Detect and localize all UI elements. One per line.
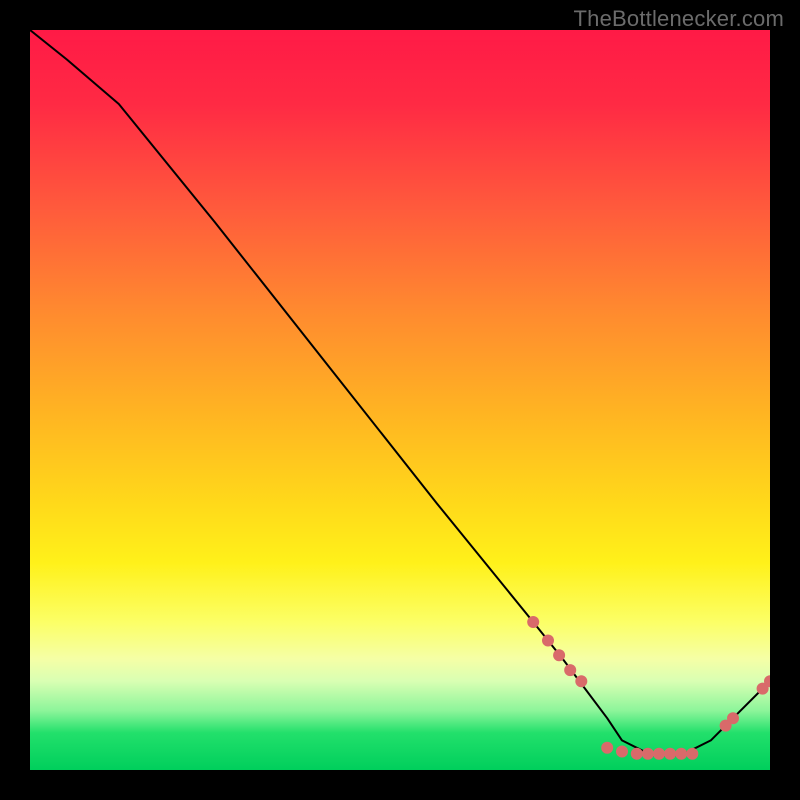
marker-dot: [675, 748, 687, 760]
marker-dots: [527, 616, 770, 760]
marker-dot: [542, 635, 554, 647]
marker-dot: [631, 748, 643, 760]
marker-dot: [575, 675, 587, 687]
watermark-text: TheBottlenecker.com: [574, 6, 784, 32]
marker-dot: [664, 748, 676, 760]
bottleneck-curve: [30, 30, 770, 755]
marker-dot: [653, 748, 665, 760]
marker-dot: [616, 746, 628, 758]
marker-dot: [553, 649, 565, 661]
plot-svg: [30, 30, 770, 770]
marker-dot: [686, 748, 698, 760]
chart-frame: TheBottlenecker.com: [0, 0, 800, 800]
marker-dot: [727, 712, 739, 724]
marker-dot: [564, 664, 576, 676]
marker-dot: [527, 616, 539, 628]
marker-dot: [642, 748, 654, 760]
marker-dot: [601, 742, 613, 754]
